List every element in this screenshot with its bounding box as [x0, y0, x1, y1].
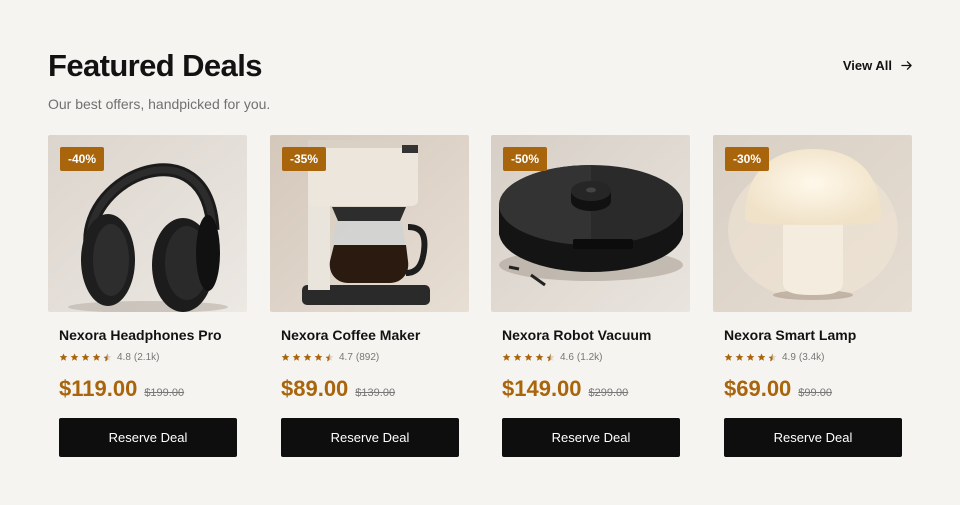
product-name[interactable]: Nexora Headphones Pro [59, 327, 236, 343]
product-grid: -40% Nexora Headphones Pro 4.8 (2.1k) $1… [48, 135, 912, 457]
half-star-icon [325, 353, 334, 362]
product-card: -35% Nexora Coffee Maker 4.7 (892) $89.0… [270, 135, 469, 457]
original-price: $199.00 [144, 387, 185, 399]
star-rating [59, 353, 112, 362]
product-image[interactable]: -40% [48, 135, 247, 312]
product-card: -40% Nexora Headphones Pro 4.8 (2.1k) $1… [48, 135, 247, 457]
star-icon [303, 353, 312, 361]
product-name[interactable]: Nexora Robot Vacuum [502, 327, 679, 343]
star-icon [292, 353, 301, 361]
rating-score: 4.6 [560, 352, 574, 363]
view-all-link[interactable]: View All [843, 58, 912, 73]
star-icon [735, 353, 744, 361]
product-name[interactable]: Nexora Smart Lamp [724, 327, 901, 343]
star-icon [281, 353, 290, 361]
rating-score: 4.7 [339, 352, 353, 363]
sale-price: $119.00 [59, 376, 138, 401]
product-rating: 4.9 (3.4k) [724, 352, 901, 363]
star-rating [724, 353, 777, 362]
product-image[interactable]: -50% [491, 135, 690, 312]
sale-price: $149.00 [502, 376, 582, 401]
product-rating: 4.6 (1.2k) [502, 352, 679, 363]
star-icon [70, 353, 79, 361]
star-icon [524, 353, 533, 361]
product-name[interactable]: Nexora Coffee Maker [281, 327, 458, 343]
product-rating: 4.7 (892) [281, 352, 458, 363]
star-rating [502, 353, 555, 362]
star-icon [513, 353, 522, 361]
star-icon [92, 353, 101, 361]
half-star-icon [103, 353, 112, 362]
section-title: Featured Deals [48, 48, 262, 83]
star-icon [81, 353, 90, 361]
reserve-deal-button[interactable]: Reserve Deal [724, 418, 902, 457]
product-card: -30% Nexora Smart Lamp 4.9 (3.4k) $69.00… [713, 135, 912, 457]
price-row: $119.00 $199.00 [59, 376, 236, 404]
price-row: $89.00 $139.00 [281, 376, 458, 404]
section-subtitle: Our best offers, handpicked for you. [48, 96, 271, 112]
sale-price: $69.00 [724, 376, 792, 401]
product-image[interactable]: -35% [270, 135, 469, 312]
review-count: (1.2k) [576, 352, 603, 363]
half-star-icon [546, 353, 555, 362]
product-image[interactable]: -30% [713, 135, 912, 312]
star-icon [59, 353, 68, 361]
rating-score: 4.9 [782, 352, 796, 363]
star-icon [757, 353, 766, 361]
sale-price: $89.00 [281, 376, 349, 401]
reserve-deal-button[interactable]: Reserve Deal [59, 418, 237, 457]
star-icon [314, 353, 323, 361]
arrow-right-icon [901, 61, 912, 70]
discount-badge: -35% [282, 147, 327, 171]
original-price: $139.00 [355, 387, 396, 399]
review-count: (3.4k) [798, 352, 825, 363]
reserve-deal-button[interactable]: Reserve Deal [502, 418, 680, 457]
star-icon [724, 353, 733, 361]
rating-score: 4.8 [117, 352, 131, 363]
half-star-icon [768, 353, 777, 362]
product-card: -50% Nexora Robot Vacuum 4.6 (1.2k) $149… [491, 135, 690, 457]
discount-badge: -30% [725, 147, 770, 171]
original-price: $99.00 [798, 387, 832, 399]
price-row: $149.00 $299.00 [502, 376, 679, 404]
review-count: (892) [355, 352, 380, 363]
star-icon [535, 353, 544, 361]
star-rating [281, 353, 334, 362]
discount-badge: -40% [60, 147, 105, 171]
product-rating: 4.8 (2.1k) [59, 352, 236, 363]
star-icon [746, 353, 755, 361]
star-icon [502, 353, 511, 361]
original-price: $299.00 [588, 387, 629, 399]
reserve-deal-button[interactable]: Reserve Deal [281, 418, 459, 457]
section-header: Featured Deals Our best offers, handpick… [48, 48, 912, 112]
review-count: (2.1k) [133, 352, 160, 363]
view-all-label: View All [842, 58, 892, 73]
discount-badge: -50% [503, 147, 548, 171]
price-row: $69.00 $99.00 [724, 376, 901, 404]
